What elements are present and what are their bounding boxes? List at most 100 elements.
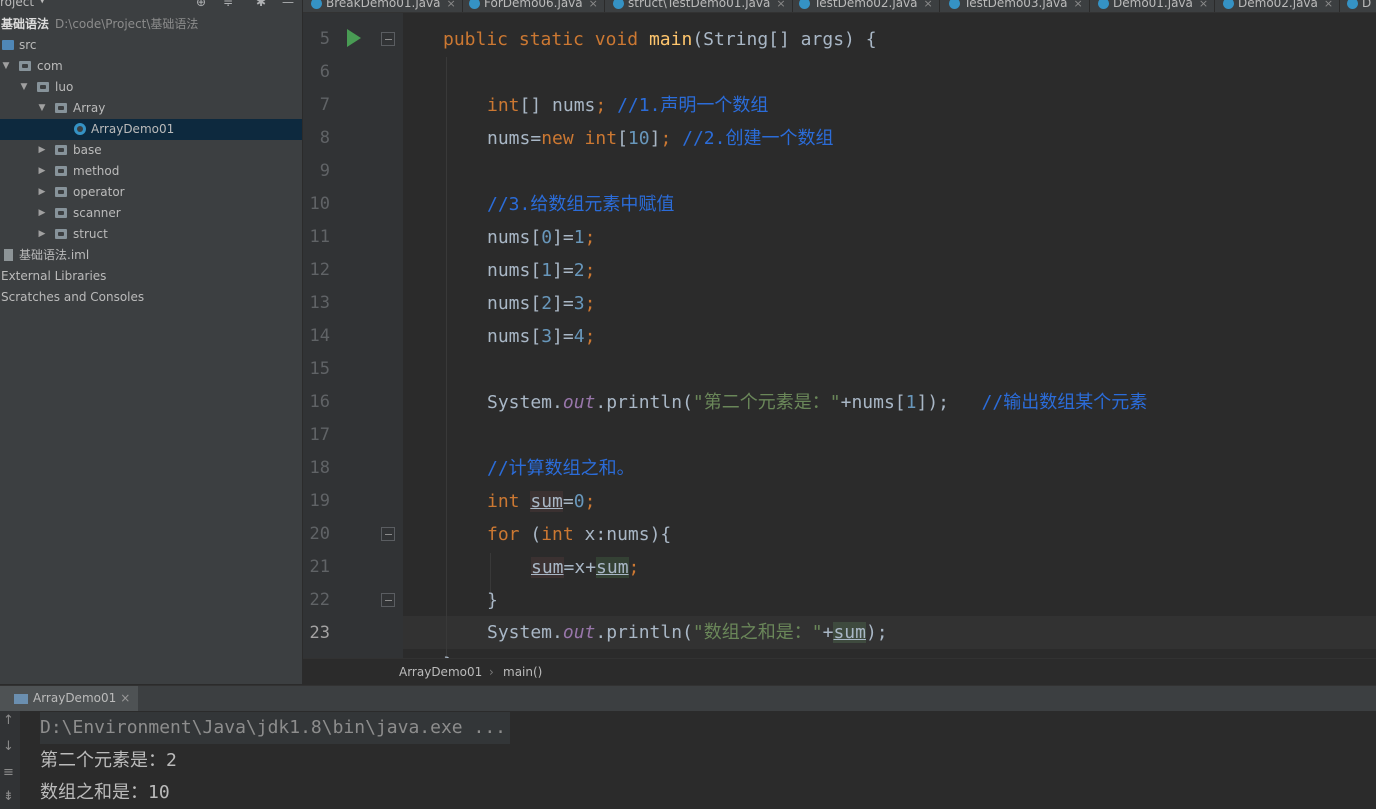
tree-item-label: External Libraries: [1, 269, 107, 283]
tree-item-struct[interactable]: ▶ struct: [0, 224, 302, 245]
code-line-19: int sum=0;: [487, 485, 595, 518]
console-line-command: D:\Environment\Java\jdk1.8\bin\java.exe …: [40, 712, 510, 744]
code-token: ]=: [552, 293, 574, 314]
line-number: 16: [309, 392, 330, 412]
code-token: nums=: [487, 128, 542, 149]
soft-wrap-icon[interactable]: ≡: [3, 765, 14, 780]
minimize-icon[interactable]: —: [282, 0, 294, 9]
code-line-22: }: [487, 584, 498, 617]
fold-icon[interactable]: [381, 32, 395, 46]
tab-label: D: [1362, 0, 1372, 10]
class-icon: [469, 0, 480, 9]
tree-item-operator[interactable]: ▶ operator: [0, 182, 302, 203]
run-tab-label: ArrayDemo01: [33, 691, 117, 705]
chevron-down-icon[interactable]: ▼: [36, 98, 48, 119]
code-variable: sum: [833, 622, 866, 643]
line-number: 21: [309, 557, 330, 577]
collapse-icon[interactable]: ≑: [223, 0, 233, 9]
chevron-right-icon[interactable]: ▶: [36, 224, 48, 245]
close-icon[interactable]: ×: [120, 691, 130, 705]
code-line-5: public static void main(String[] args) {: [443, 23, 877, 56]
code-token: [] nums: [519, 95, 596, 116]
target-icon[interactable]: ⊕: [196, 0, 206, 9]
tab-demo01[interactable]: Demo01.java ×: [1090, 0, 1216, 12]
tree-item-base[interactable]: ▶ base: [0, 140, 302, 161]
chevron-down-icon[interactable]: ▼: [0, 56, 12, 77]
tree-item-arraydemo01[interactable]: ArrayDemo01: [0, 119, 302, 140]
code-editor[interactable]: 5 6 7 8 9 10 11 12 13 14 15 16 17 18 19 …: [303, 13, 1376, 658]
code-line-11: nums[0]=1;: [487, 221, 595, 254]
tree-item-luo[interactable]: ▼ luo: [0, 77, 302, 98]
tree-item-label: scanner: [73, 206, 121, 220]
tree-item-label: Scratches and Consoles: [1, 290, 145, 304]
tab-overflow[interactable]: D: [1339, 0, 1376, 12]
console-output[interactable]: ↑ ↓ ≡ ⇟ D:\Environment\Java\jdk1.8\bin\j…: [0, 711, 1376, 809]
class-icon: [311, 0, 322, 9]
chevron-right-icon[interactable]: ▶: [36, 182, 48, 203]
code-comment: //输出数组某个元素: [981, 392, 1148, 413]
code-token: ]);: [916, 392, 949, 413]
run-tab[interactable]: ArrayDemo01 ×: [0, 686, 139, 711]
code-token: ]=: [552, 227, 574, 248]
tree-item-project-root[interactable]: 基础语法 D:\code\Project\基础语法: [0, 14, 302, 35]
close-icon[interactable]: ×: [1199, 0, 1208, 10]
tree-item-array[interactable]: ▼ Array: [0, 98, 302, 119]
class-icon: [1347, 0, 1358, 9]
tree-item-label: src: [19, 38, 37, 52]
tree-item-external-libraries[interactable]: External Libraries: [0, 266, 302, 287]
chevron-down-icon[interactable]: ▼: [18, 77, 30, 98]
tab-breakdemo01[interactable]: BreakDemo01.java ×: [303, 0, 463, 12]
code-token: void: [594, 29, 639, 50]
close-icon[interactable]: ×: [446, 0, 455, 10]
code-line-8: nums=new int[10]; //2.创建一个数组: [487, 122, 833, 155]
close-icon[interactable]: ×: [776, 0, 785, 10]
tree-item-iml[interactable]: 基础语法.iml: [0, 245, 302, 266]
code-token: ;: [584, 260, 596, 281]
tree-item-label: 基础语法.iml: [19, 248, 90, 262]
fold-icon[interactable]: [381, 593, 395, 607]
chevron-right-icon[interactable]: ▶: [36, 203, 48, 224]
fold-icon[interactable]: [381, 527, 395, 541]
close-icon[interactable]: ×: [1324, 0, 1333, 10]
code-token: 1: [573, 227, 585, 248]
breadcrumb-class[interactable]: ArrayDemo01: [399, 659, 482, 685]
close-icon[interactable]: ×: [589, 0, 598, 10]
code-variable: sum: [531, 557, 564, 578]
run-icon[interactable]: [347, 29, 361, 47]
project-panel-title[interactable]: roject: [0, 0, 34, 9]
tab-label: Demo02.java: [1238, 0, 1318, 10]
close-icon[interactable]: ×: [924, 0, 933, 10]
chevron-right-icon[interactable]: ▶: [36, 140, 48, 161]
scroll-to-end-icon[interactable]: ⇟: [3, 789, 14, 804]
package-icon: [55, 187, 67, 197]
code-token: out: [562, 622, 596, 643]
arrow-up-icon[interactable]: ↑: [3, 713, 14, 728]
class-icon: [74, 123, 86, 135]
code-token: static: [518, 29, 584, 50]
line-number: 5: [319, 29, 330, 49]
tree-item-src[interactable]: src: [0, 35, 302, 56]
chevron-right-icon[interactable]: ▶: [36, 161, 48, 182]
tree-item-com[interactable]: ▼ com: [0, 56, 302, 77]
code-token: ;: [584, 326, 596, 347]
gear-icon[interactable]: ✱: [256, 0, 266, 9]
code-token: ;: [595, 95, 607, 116]
code-token: for: [487, 524, 520, 545]
code-line-12: nums[1]=2;: [487, 254, 595, 287]
tab-demo02[interactable]: Demo02.java ×: [1215, 0, 1341, 12]
chevron-down-icon[interactable]: ▼: [38, 0, 46, 5]
tree-item-scratches[interactable]: Scratches and Consoles: [0, 287, 302, 308]
tab-testdemo02[interactable]: TestDemo02.java ×: [791, 0, 940, 12]
line-number: 20: [309, 524, 330, 544]
tree-item-method[interactable]: ▶ method: [0, 161, 302, 182]
tree-item-scanner[interactable]: ▶ scanner: [0, 203, 302, 224]
class-icon: [1098, 0, 1109, 9]
tab-testdemo03[interactable]: TestDemo03.java ×: [941, 0, 1090, 12]
line-number: 8: [319, 128, 330, 148]
breadcrumb-method[interactable]: main(): [503, 659, 542, 685]
close-icon[interactable]: ×: [1074, 0, 1083, 10]
code-token: 2: [541, 293, 553, 314]
tab-testdemo01[interactable]: struct\TestDemo01.java ×: [605, 0, 793, 12]
arrow-down-icon[interactable]: ↓: [3, 739, 14, 754]
tab-fordemo06[interactable]: ForDemo06.java ×: [461, 0, 605, 12]
